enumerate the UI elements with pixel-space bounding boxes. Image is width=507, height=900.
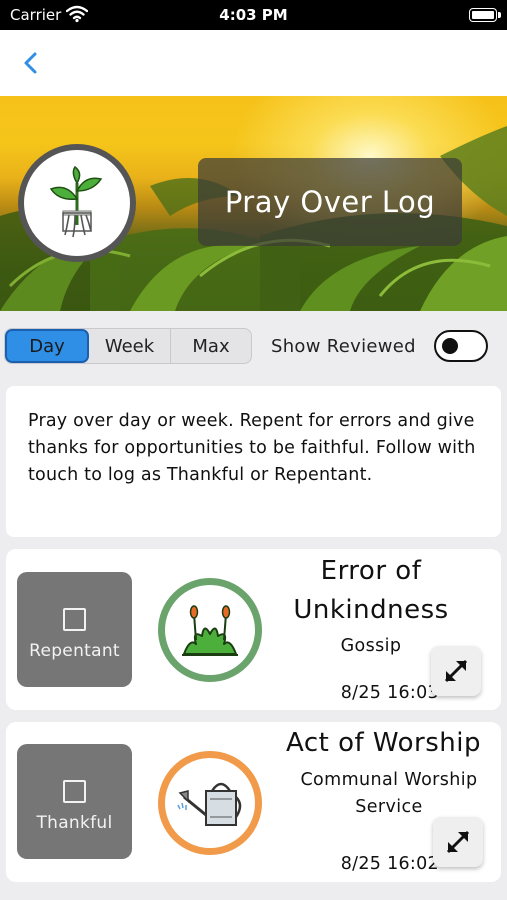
avatar xyxy=(18,144,136,262)
page-title: Pray Over Log xyxy=(198,158,462,246)
watering-can-icon xyxy=(177,782,242,826)
weed-plant-icon xyxy=(182,605,238,656)
checkbox-icon xyxy=(63,780,86,803)
expand-icon xyxy=(444,659,468,683)
expand-button[interactable] xyxy=(433,817,483,867)
repentant-button[interactable]: Repentant xyxy=(17,572,132,687)
entry-timestamp: 8/25 16:03 xyxy=(340,683,439,703)
chevron-left-icon xyxy=(24,52,37,74)
checkbox-icon xyxy=(63,608,86,631)
period-segmented-control: Day Week Max xyxy=(4,328,252,364)
entry-icon xyxy=(158,578,262,682)
thankful-button[interactable]: Thankful xyxy=(17,744,132,859)
back-button[interactable] xyxy=(14,46,48,80)
expand-button[interactable] xyxy=(431,646,481,696)
status-label: Repentant xyxy=(29,641,120,661)
seedling-icon xyxy=(49,165,103,238)
log-entry-card[interactable]: Repentant Error of Unkindness Gossip 8/2… xyxy=(6,549,501,710)
show-reviewed-label: Show Reviewed xyxy=(271,336,416,357)
show-reviewed-toggle[interactable] xyxy=(434,330,488,362)
toggle-knob xyxy=(442,338,458,354)
instructions-card: Pray over day or week. Repent for errors… xyxy=(6,386,501,537)
battery-icon xyxy=(469,8,501,22)
segment-week[interactable]: Week xyxy=(89,329,171,363)
log-entry-card[interactable]: Thankful Act of Worship Communal Worship… xyxy=(6,722,501,882)
clock: 4:03 PM xyxy=(219,6,288,24)
segment-day[interactable]: Day xyxy=(5,329,89,363)
expand-icon xyxy=(446,830,470,854)
navigation-bar xyxy=(0,30,507,96)
entry-icon xyxy=(158,751,262,855)
entry-subtitle: Communal Worship Service xyxy=(300,770,478,817)
entry-title: Act of Worship xyxy=(286,728,481,758)
entry-timestamp: 8/25 16:02 xyxy=(340,854,439,874)
hero-banner: Pray Over Log xyxy=(0,96,507,311)
segment-max[interactable]: Max xyxy=(171,329,251,363)
instructions-text: Pray over day or week. Repent for errors… xyxy=(28,411,476,485)
status-bar: Carrier 4:03 PM xyxy=(0,0,507,30)
status-label: Thankful xyxy=(36,813,113,833)
entry-title: Error of Unkindness xyxy=(293,556,449,625)
